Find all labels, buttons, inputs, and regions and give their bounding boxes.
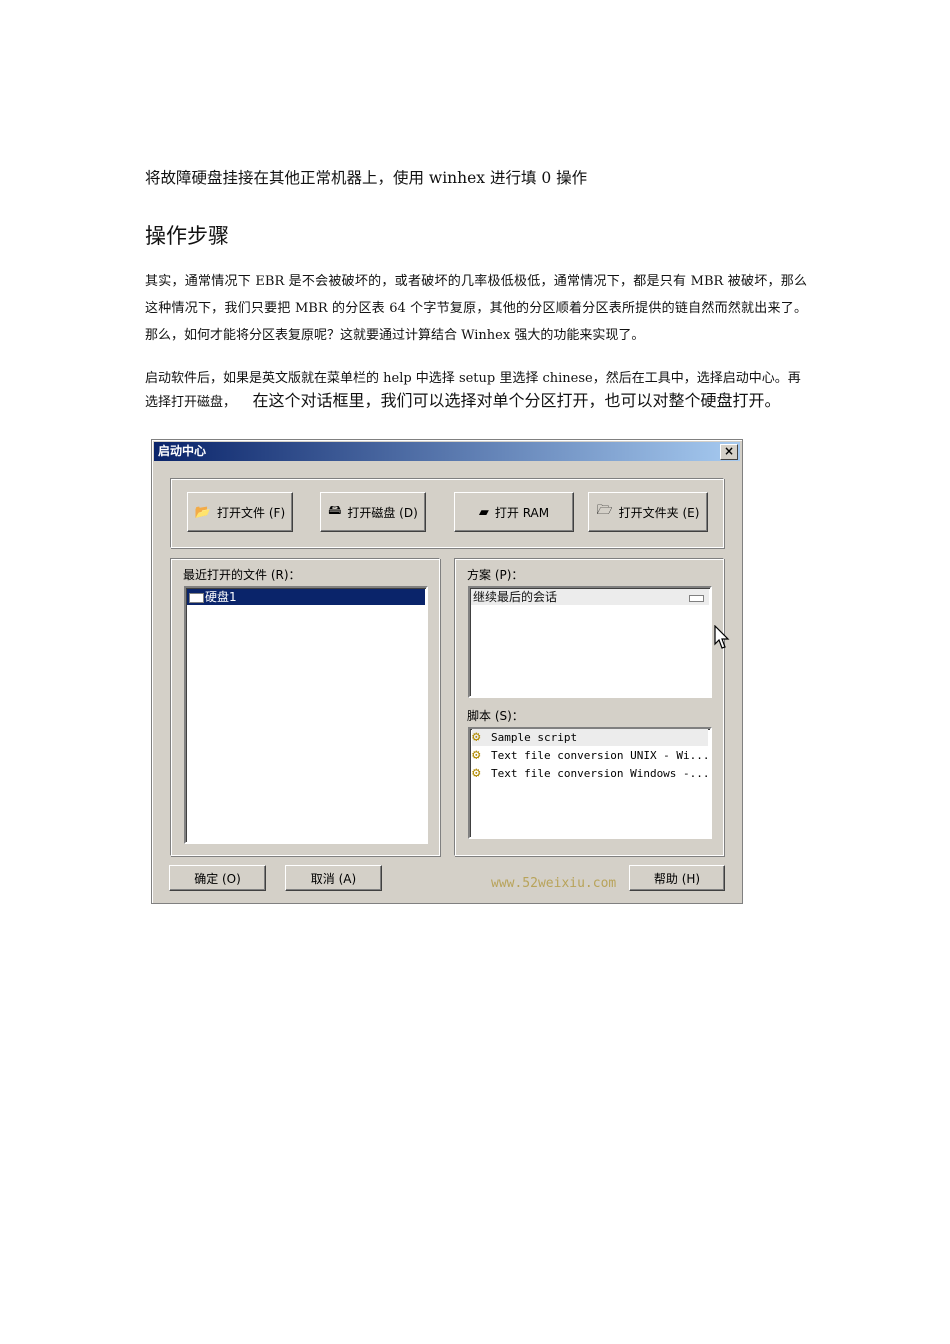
gear-icon: ⚙	[472, 729, 481, 745]
open-file-button[interactable]: 📂 打开文件 (F)	[187, 492, 293, 532]
help-button[interactable]: 帮助 (H)	[629, 865, 725, 891]
script-label: 脚本 (S)：	[467, 709, 524, 723]
intro-text: 将故障硬盘挂接在其他正常机器上，使用 winhex 进行填 0 操作	[145, 169, 588, 187]
folder-open-icon: 📂	[194, 504, 212, 520]
ram-chip-icon: ▰	[478, 504, 489, 520]
scheme-list[interactable]: 继续最后的会话	[468, 586, 712, 698]
watermark-text: www.52weixiu.com	[491, 876, 617, 891]
ok-button[interactable]: 确定 (O)	[169, 865, 266, 891]
close-button[interactable]: ×	[720, 444, 738, 460]
script-item[interactable]: ⚙ Sample script	[472, 729, 708, 746]
scheme-label: 方案 (P)：	[467, 568, 524, 582]
section-heading: 操作步骤	[145, 224, 229, 248]
start-center-dialog: 启动中心 × 📂 打开文件 (F) 🖴 打开磁盘 (D) ▰ 打开 RAM 🗁 打开文件…	[151, 439, 743, 904]
window-icon	[689, 595, 704, 602]
gear-icon: ⚙	[472, 765, 481, 781]
script-list[interactable]: ⚙ Sample script ⚙ Text file conversion UNI…	[468, 727, 712, 839]
recent-files-label: 最近打开的文件 (R)：	[183, 568, 301, 582]
dialog-title: 启动中心	[158, 444, 207, 458]
disk-icon: 🖴	[328, 503, 342, 518]
paragraph-explanation: 其实，通常情况下 EBR 是不会被破坏的，或者破坏的几率极低极低，通常情况下，都…	[145, 274, 807, 343]
instructions-large-text: 在这个对话框里，我们可以选择对单个分区打开，也可以对整个硬盘打开。	[252, 391, 781, 410]
script-item[interactable]: ⚙ Text file conversion UNIX - Wi...	[472, 747, 710, 764]
hard-disk-icon	[189, 593, 204, 603]
recent-file-item[interactable]: 硬盘1	[187, 589, 425, 605]
open-folder-button[interactable]: 🗁 打开文件夹 (E)	[588, 492, 708, 532]
folder-icon: 🗁	[596, 503, 613, 518]
recent-files-list[interactable]: 硬盘1	[184, 586, 428, 844]
open-ram-button[interactable]: ▰ 打开 RAM	[454, 492, 574, 532]
script-item[interactable]: ⚙ Text file conversion Windows -...	[472, 765, 710, 782]
scheme-item[interactable]: 继续最后的会话	[471, 589, 709, 605]
cancel-button[interactable]: 取消 (A)	[285, 865, 382, 891]
mouse-cursor-icon	[714, 625, 730, 649]
dialog-titlebar[interactable]: 启动中心 ×	[154, 442, 740, 461]
gear-icon: ⚙	[472, 747, 481, 763]
open-disk-button[interactable]: 🖴 打开磁盘 (D)	[320, 492, 426, 532]
paragraph-instructions: 启动软件后，如果是英文版就在菜单栏的 help 中选择 setup 里选择 ch…	[145, 368, 807, 414]
